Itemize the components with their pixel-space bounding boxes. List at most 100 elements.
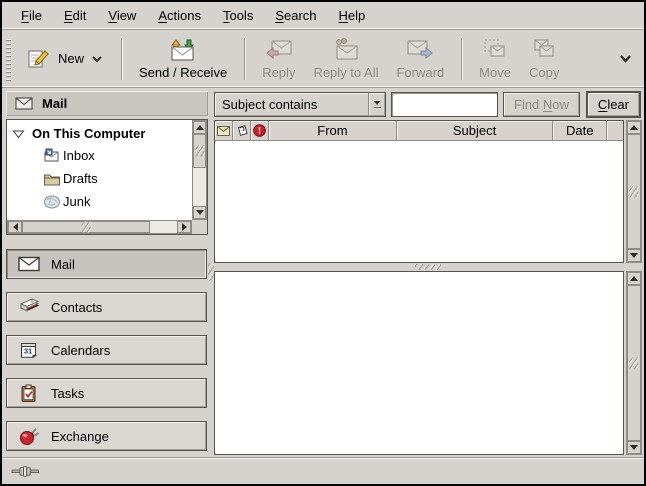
preview-pane — [214, 271, 642, 455]
reply-button[interactable]: Reply — [253, 35, 304, 83]
toolbar-overflow-button[interactable] — [615, 50, 636, 67]
status-bar — [2, 457, 644, 484]
folder-tree-content: On This Computer Inbox — [7, 120, 192, 220]
splitter-grip-icon — [415, 264, 441, 270]
toolbar-grip[interactable] — [6, 37, 11, 81]
arrow-up-icon — [630, 125, 638, 130]
mail-content-pane: Subject contains Find Now Clear — [214, 88, 644, 457]
new-button-label: New — [58, 51, 84, 66]
copy-button[interactable]: Copy — [520, 35, 568, 83]
clear-mnemonic: C — [598, 97, 607, 112]
column-header-from-label: From — [317, 123, 347, 138]
scrollbar-thumb[interactable] — [627, 134, 641, 249]
inbox-icon — [43, 148, 61, 163]
menu-actions[interactable]: Actions — [147, 4, 212, 27]
message-preview — [214, 271, 624, 455]
scrollbar-thumb[interactable] — [193, 134, 206, 168]
scroll-down-button[interactable] — [193, 206, 206, 219]
menu-search-label: earch — [284, 8, 317, 23]
search-input[interactable] — [391, 92, 498, 117]
sidebar-splitter[interactable] — [208, 88, 214, 457]
search-filter-dropdown[interactable]: Subject contains — [214, 92, 386, 117]
scrollbar-thumb[interactable] — [22, 221, 150, 233]
search-filter-arrow-button[interactable] — [368, 93, 385, 116]
scroll-down-button[interactable] — [627, 441, 641, 454]
tree-root-on-this-computer[interactable]: On This Computer — [7, 123, 192, 144]
send-receive-icon — [168, 37, 198, 62]
contacts-addressbook-icon — [18, 298, 40, 316]
switcher-mail-label: Mail — [51, 257, 75, 272]
clear-label-post: lear — [607, 97, 629, 112]
menu-edit-mnemonic: E — [64, 8, 73, 23]
column-header-subject[interactable]: Subject — [397, 121, 553, 141]
switcher-mail-button[interactable]: Mail — [6, 249, 207, 279]
find-now-label-post: ow — [552, 97, 569, 112]
switcher-contacts-button[interactable]: Contacts — [6, 292, 207, 322]
arrow-up-icon — [630, 276, 638, 281]
component-switcher: Mail Contacts — [6, 249, 208, 451]
column-header-importance[interactable]: ! — [251, 121, 269, 141]
scroll-down-button[interactable] — [627, 249, 641, 262]
tree-item-junk[interactable]: Junk — [7, 190, 192, 213]
reply-to-all-button[interactable]: Reply to All — [304, 35, 387, 83]
online-connector-icon[interactable] — [11, 465, 41, 478]
scroll-up-button[interactable] — [627, 272, 641, 285]
forward-button[interactable]: Forward — [387, 35, 453, 83]
find-now-button[interactable]: Find Now — [503, 92, 580, 117]
sidebar-header-label: Mail — [42, 96, 67, 111]
tree-item-label: Drafts — [63, 171, 98, 186]
column-header-subject-label: Subject — [453, 123, 496, 138]
column-header-date[interactable]: Date — [553, 121, 607, 141]
move-message-icon — [482, 38, 508, 62]
mail-envelope-icon — [18, 256, 40, 272]
preview-scrollbar — [626, 271, 642, 455]
switcher-calendars-label: Calendars — [51, 343, 110, 358]
column-header-filler — [607, 121, 623, 141]
tree-expander-triangle-icon[interactable] — [12, 129, 25, 139]
menu-tools[interactable]: Tools — [212, 4, 264, 27]
new-compose-icon — [27, 48, 51, 70]
option-menu-bar-icon — [374, 107, 381, 108]
folder-tree-vertical-scrollbar — [192, 120, 207, 220]
switcher-contacts-label: Contacts — [51, 300, 102, 315]
move-button-label: Move — [479, 65, 511, 80]
calendar-icon: 31 — [18, 341, 40, 359]
arrow-left-icon — [13, 223, 18, 231]
menu-file[interactable]: File — [10, 4, 53, 27]
scroll-left-button[interactable] — [8, 221, 22, 233]
message-status-icon — [217, 126, 230, 136]
switcher-tasks-label: Tasks — [51, 386, 84, 401]
scroll-up-button[interactable] — [627, 121, 641, 134]
menu-help[interactable]: Help — [328, 4, 377, 27]
menu-edit[interactable]: Edit — [53, 4, 97, 27]
menu-search[interactable]: Search — [264, 4, 327, 27]
menu-view[interactable]: View — [97, 4, 147, 27]
scroll-right-button[interactable] — [177, 221, 191, 233]
send-receive-button[interactable]: Send / Receive — [130, 34, 236, 83]
move-button[interactable]: Move — [470, 35, 520, 83]
tree-item-inbox[interactable]: Inbox — [7, 144, 192, 167]
new-button[interactable]: New — [17, 40, 113, 78]
scroll-up-button[interactable] — [193, 121, 206, 134]
column-header-message-status[interactable] — [215, 121, 233, 141]
switcher-calendars-button[interactable]: 31 Calendars — [6, 335, 207, 365]
column-header-attachment[interactable] — [233, 121, 251, 141]
search-filter-value: Subject contains — [215, 93, 368, 116]
switcher-exchange-button[interactable]: Exchange — [6, 421, 207, 451]
menu-view-mnemonic: V — [108, 8, 116, 23]
clear-button[interactable]: Clear — [587, 92, 640, 117]
tree-item-drafts[interactable]: Drafts — [7, 167, 192, 190]
junk-icon — [43, 194, 61, 209]
scrollbar-trough — [193, 168, 206, 206]
arrow-down-icon — [630, 253, 638, 258]
copy-message-icon — [531, 38, 557, 62]
menu-tools-label: ools — [229, 8, 253, 23]
attachment-icon — [235, 125, 248, 137]
switcher-tasks-button[interactable]: Tasks — [6, 378, 207, 408]
column-header-from[interactable]: From — [269, 121, 397, 141]
main-area: Mail On This Computer — [2, 88, 644, 457]
preview-splitter[interactable] — [214, 263, 642, 271]
message-list-pane: ! From Subject Date — [214, 120, 642, 263]
folder-tree: On This Computer Inbox — [6, 119, 208, 235]
scrollbar-thumb[interactable] — [627, 285, 641, 441]
